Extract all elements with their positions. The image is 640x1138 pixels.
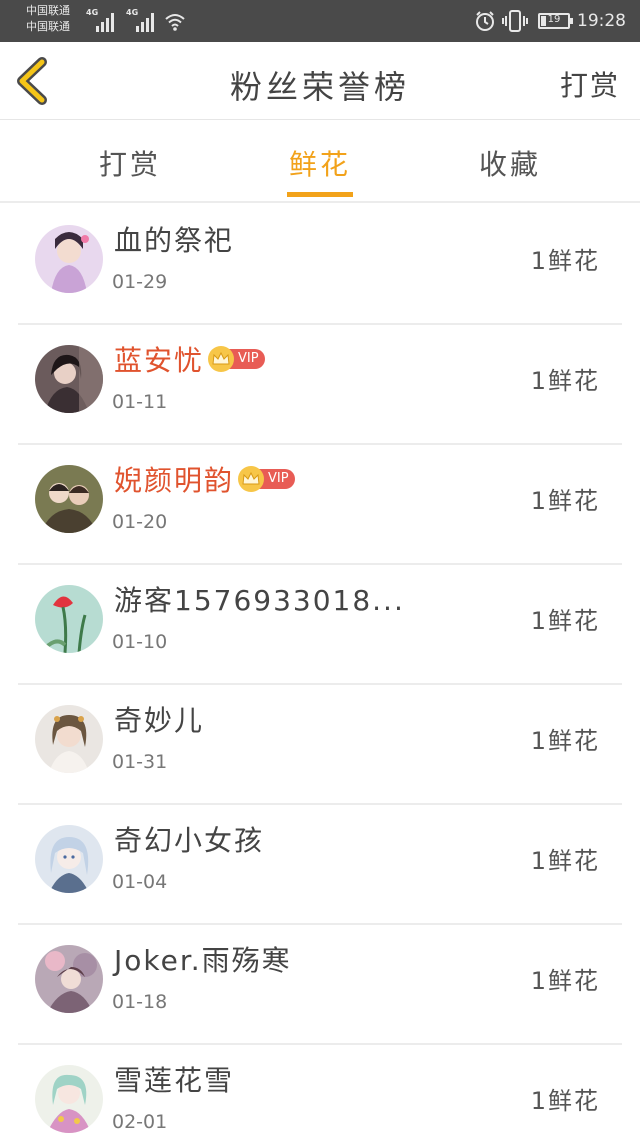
avatar (35, 945, 103, 1013)
list-item[interactable]: 雪莲花雪 02-01 1鲜花 (18, 1045, 622, 1138)
tab-bar: 打赏 鲜花 收藏 (0, 121, 640, 203)
list-item[interactable]: 游客1576933018... 01-10 1鲜花 (18, 565, 622, 685)
signal-icon-2: 4G (126, 8, 158, 32)
flower-count: 1鲜花 (530, 727, 600, 755)
tab-favorites[interactable]: 收藏 (450, 143, 570, 183)
carrier-2: 中国联通 (26, 20, 70, 33)
signal-icon-1: 4G (86, 8, 118, 32)
flower-count: 1鲜花 (530, 967, 600, 995)
alarm-icon (476, 11, 494, 31)
avatar (35, 585, 103, 653)
fan-name: 蓝安忧 VIP (114, 339, 265, 379)
fan-date: 02-01 (112, 1111, 168, 1133)
vibrate-icon (502, 10, 528, 32)
network-type-2: 4G (126, 8, 139, 17)
fan-name: 奇幻小女孩 (114, 824, 265, 857)
flower-count: 1鲜花 (530, 247, 600, 275)
fan-date: 01-29 (112, 271, 168, 293)
clock: 19:28 (577, 11, 626, 31)
crown-icon (208, 346, 235, 372)
avatar (35, 465, 103, 533)
reward-button[interactable]: 打赏 (560, 64, 620, 104)
fan-date: 01-18 (112, 991, 168, 1013)
list-item[interactable]: 奇妙儿 01-31 1鲜花 (18, 685, 622, 805)
fan-list: 血的祭祀 01-29 1鲜花 蓝安忧 VIP 01-11 1鲜花 婗颜明韵 VI… (18, 205, 622, 1138)
fan-name: 游客1576933018... (114, 584, 405, 617)
list-item[interactable]: Joker.雨殇寒 01-18 1鲜花 (18, 925, 622, 1045)
fan-date: 01-11 (112, 391, 168, 413)
status-bar: 中国联通 中国联通 4G 4G 19 19:28 (0, 0, 640, 42)
flower-count: 1鲜花 (530, 1087, 600, 1115)
avatar (35, 1065, 103, 1133)
fan-name: 雪莲花雪 (114, 1064, 235, 1097)
avatar (35, 345, 103, 413)
flower-count: 1鲜花 (530, 847, 600, 875)
wifi-icon (165, 14, 185, 31)
network-type-1: 4G (86, 8, 99, 17)
fan-name: 血的祭祀 (114, 224, 235, 257)
crown-icon (238, 466, 265, 492)
list-item[interactable]: 婗颜明韵 VIP 01-20 1鲜花 (18, 445, 622, 565)
carrier-labels: 中国联通 中国联通 (26, 3, 70, 35)
vip-badge: VIP (238, 466, 295, 492)
fan-name: 奇妙儿 (114, 704, 205, 737)
vip-badge: VIP (208, 346, 265, 372)
battery-icon: 19 (538, 13, 570, 29)
tab-reward[interactable]: 打赏 (70, 143, 190, 183)
active-tab-indicator (287, 192, 353, 197)
flower-count: 1鲜花 (530, 607, 600, 635)
flower-count: 1鲜花 (530, 487, 600, 515)
avatar (35, 225, 103, 293)
carrier-1: 中国联通 (26, 4, 70, 17)
avatar (35, 705, 103, 773)
avatar (35, 825, 103, 893)
fan-date: 01-10 (112, 631, 168, 653)
list-item[interactable]: 血的祭祀 01-29 1鲜花 (18, 205, 622, 325)
list-item[interactable]: 蓝安忧 VIP 01-11 1鲜花 (18, 325, 622, 445)
fan-date: 01-04 (112, 871, 168, 893)
fan-name: Joker.雨殇寒 (114, 944, 292, 977)
tab-flowers[interactable]: 鲜花 (260, 143, 380, 183)
app-header: 粉丝荣誉榜 打赏 (0, 42, 640, 120)
fan-date: 01-20 (112, 511, 168, 533)
page-title: 粉丝荣誉榜 (229, 68, 410, 106)
fan-name: 婗颜明韵 VIP (114, 459, 295, 499)
battery-tip (570, 18, 573, 24)
list-item[interactable]: 奇幻小女孩 01-04 1鲜花 (18, 805, 622, 925)
flower-count: 1鲜花 (530, 367, 600, 395)
fan-date: 01-31 (112, 751, 168, 773)
battery-level: 19 (547, 14, 561, 25)
